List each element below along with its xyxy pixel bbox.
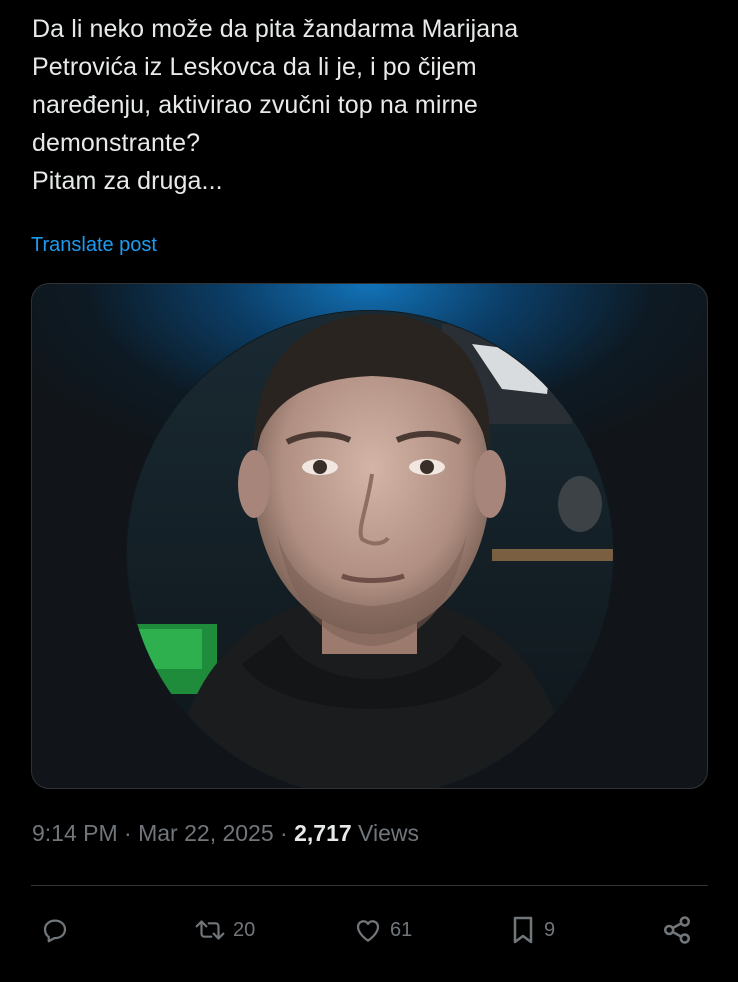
post-text-line: Petrovića iz Leskovca da li je, i po čij… <box>32 53 477 81</box>
post-media-image[interactable] <box>31 283 708 789</box>
share-button[interactable] <box>660 908 694 952</box>
bookmark-icon <box>508 914 538 946</box>
bookmark-count: 9 <box>544 918 556 941</box>
translate-post-link[interactable]: Translate post <box>31 234 157 257</box>
post-date[interactable]: Mar 22, 2025 <box>138 820 274 846</box>
post-text-line: Da li neko može da pita žandarma Marijan… <box>32 15 519 43</box>
profile-photo <box>126 310 614 788</box>
divider <box>31 885 708 886</box>
reply-button[interactable] <box>40 908 70 952</box>
repost-button[interactable]: 20 <box>193 908 255 952</box>
post-text-line: Pitam za druga... <box>32 167 223 195</box>
heart-icon <box>352 915 384 945</box>
post-text-line: demonstrante? <box>32 129 201 157</box>
post-text: Da li neko može da pita žandarma Marijan… <box>32 10 712 200</box>
like-button[interactable]: 61 <box>352 908 412 952</box>
bookmark-button[interactable]: 9 <box>508 908 555 952</box>
views-label: Views <box>358 820 419 846</box>
views-count: 2,717 <box>294 820 352 846</box>
post-meta: 9:14 PM · Mar 22, 2025 · 2,717 Views <box>32 820 419 847</box>
post-text-line: naređenju, aktivirao zvučni top na mirne <box>32 91 478 119</box>
meta-separator: · <box>280 820 288 846</box>
repost-icon <box>193 915 227 945</box>
reply-icon <box>40 915 70 945</box>
like-count: 61 <box>390 918 413 941</box>
bottom-edge <box>0 972 738 982</box>
post-time[interactable]: 9:14 PM <box>32 820 118 846</box>
share-icon <box>660 913 694 947</box>
meta-separator: · <box>124 820 132 846</box>
repost-count: 20 <box>233 918 256 941</box>
